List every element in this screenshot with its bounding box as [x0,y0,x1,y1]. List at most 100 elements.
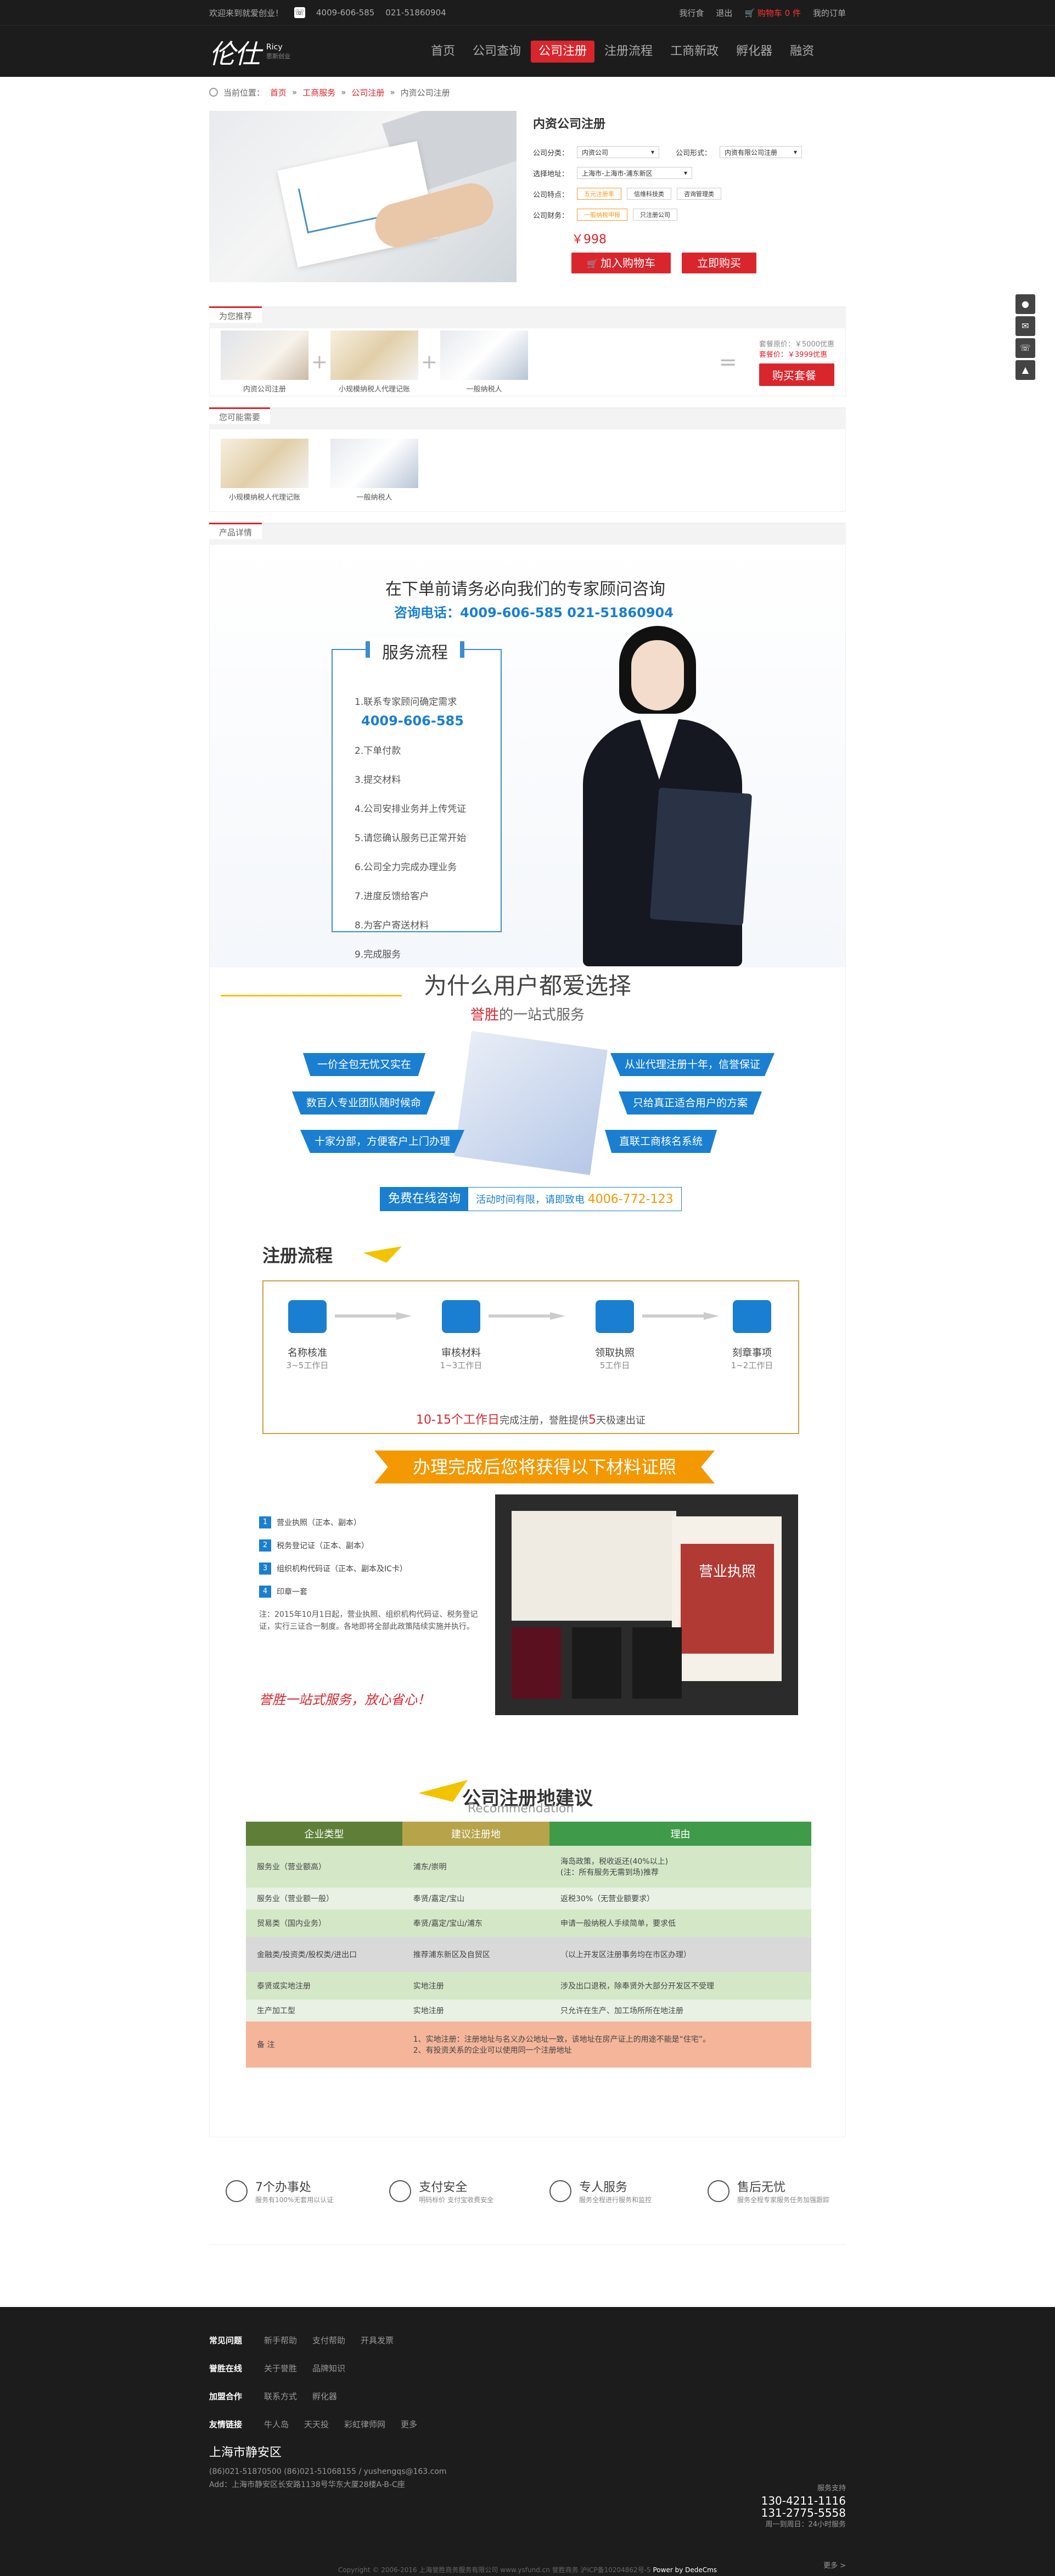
certificates-section: 办理完成后您将获得以下材料证照 1 营业执照（正本、副本） 2 税务登记证（正本、副… [210,1451,845,1774]
flow-step: 审核材料 1~3工作日 [417,1300,505,1371]
company-form-select[interactable]: 内资有限公司注册 ▾ [720,146,802,158]
chevron-down-icon: ▾ [650,148,654,156]
footer-link[interactable]: 联系方式 [264,2390,297,2402]
document-package-image [454,1031,608,1175]
plus-icon: + [311,351,328,373]
footer-link[interactable]: 开具发票 [361,2334,394,2346]
feature-label: 公司特点： [533,191,569,199]
orders-link[interactable]: 我的订单 [813,7,846,19]
logo[interactable]: 伦仕 Ricy 思斯创业 [209,32,407,71]
feature-tag[interactable]: 咨询管理类 [677,188,721,200]
arrow-icon [363,1246,402,1263]
recommendation-en: Recommendation [468,1802,574,1816]
type-label: 公司分类： [533,149,569,158]
main-content: 当前位置： 首页» 工商服务» 公司注册» 内资公司注册 内资公司注册 公司分类… [209,77,846,2245]
thumbs-up-icon [707,2180,729,2202]
header: 伦仕 Ricy 思斯创业 首页 公司查询 公司注册 注册流程 工商新政 孵化器 … [0,25,1055,77]
qq-icon[interactable]: ● [1015,294,1035,314]
product-info: 内资公司注册 公司分类： 内资公司 ▾ 公司形式： 内资有限公司注册 ▾ 选择地址：… [533,111,846,282]
phone-icon[interactable]: ☏ [1015,338,1035,358]
service-process-box: 服务流程 1.联系专家顾问确定需求 4009-606-585 2.下单付款 3.… [332,639,502,960]
breadcrumb-register[interactable]: 公司注册 [351,87,384,98]
nav-company-register[interactable]: 公司注册 [531,41,595,63]
bundle-item[interactable]: 内资公司注册 [221,331,308,394]
cart-link[interactable]: 🛒 购物车 0 件 [744,7,801,19]
consult-section: 在下单前请务必向我们的专家顾问咨询 咨询电话：4009-606-585 021-… [210,545,845,967]
person-icon [549,2180,572,2202]
topbar-link-profile[interactable]: 我行食 [679,7,704,19]
maybe-item[interactable]: 一般纳税人 [330,439,418,502]
tab-recommend[interactable]: 为您推荐 [209,306,262,323]
address-select[interactable]: 上海市-上海市-浦东新区 ▾ [577,167,692,179]
license-image: 营业执照 [681,1544,774,1654]
table-header: 建议注册地 [402,1822,550,1846]
phone-2: 021-51860904 [385,8,446,18]
finance-tag[interactable]: 一般纳税申报 [577,209,627,221]
company-type-select[interactable]: 内资公司 ▾ [577,146,659,158]
nav-new-policy[interactable]: 工商新政 [663,41,726,63]
advantage-pill: 一价全包无忧又实在 [303,1053,426,1076]
maybe-list: 小规模纳税人代理记账 一般纳税人 [209,429,846,512]
footer-link[interactable]: 彩虹律师网 [344,2418,385,2430]
process-step: 8.为客户寄送材料 [355,920,429,931]
process-step: 5.请您确认服务已正常开始 [355,833,467,844]
free-consult-button[interactable]: 免费在线咨询 [380,1188,469,1211]
table-row: 泰贤或实地注册 实地注册 涉及出口退税，除奉贤外大部分开发区不受理 [246,1972,811,2000]
recommend-header: 为您推荐 [209,306,846,328]
recommend-bundle: 内资公司注册 + 小规模纳税人代理记账 + 一般纳税人 = 套餐原价：￥5000… [209,328,846,396]
feature-tag[interactable]: 五元注册率 [577,188,621,200]
certificate-note: 注：2015年10月1日起，营业执照、组织机构代码证、税务登记证，实行三证合一制… [259,1610,478,1631]
breadcrumb-service[interactable]: 工商服务 [302,87,335,98]
advantage-pill: 从业代理注册十年，信誉保证 [610,1053,775,1076]
why-subtitle: 誉胜的一站式服务 [470,1007,585,1023]
bundle-item[interactable]: 一般纳税人 [440,331,528,394]
phone-1: 4009-606-585 [316,8,375,18]
footer-link[interactable]: 支付帮助 [312,2334,345,2346]
advantage-pill: 只给真正适合用户的方案 [619,1091,762,1115]
wechat-icon[interactable]: ✉ [1015,316,1035,336]
logout-link[interactable]: 退出 [716,7,732,19]
footer-link[interactable]: 新手帮助 [264,2334,297,2346]
feature-tag[interactable]: 信维科技类 [627,188,671,200]
price: ￥998 [571,233,607,247]
nav-financing[interactable]: 融资 [782,41,822,63]
nav-incubator[interactable]: 孵化器 [728,41,780,63]
table-row: 生产加工型 实地注册 只允许在生产、加工场所所在地注册 [246,2000,811,2021]
buy-package-button[interactable]: 购买套餐 [759,363,834,386]
footer-link[interactable]: 牛人岛 [264,2418,289,2430]
back-to-top-icon[interactable]: ▲ [1015,360,1035,380]
why-choose-section: 为什么用户都爱选择 誉胜的一站式服务 一价全包无忧又实在 数百人专业团队随时候命… [210,967,845,1211]
equals-icon: = [719,349,737,375]
consult-tel: 咨询电话：4009-606-585 021-51860904 [394,605,674,620]
bundle-item[interactable]: 小规模纳税人代理记账 [330,331,418,394]
footer-link[interactable]: 更多 [401,2418,417,2430]
footer-link[interactable]: 关于誉胜 [264,2362,297,2374]
nav-register-flow[interactable]: 注册流程 [597,41,660,63]
why-title: 为什么用户都爱选择 [423,972,631,999]
addr-label: 选择地址： [533,170,569,178]
shield-check-icon [389,2180,412,2202]
free-consult-bar[interactable]: 免费在线咨询 活动时间有限，请即致电 4006-772-123 [380,1187,682,1211]
nav-company-search[interactable]: 公司查询 [465,41,529,63]
service-promises: 7个办事处 服务有100%无套用以认证 支付安全 明码标价 支付宝收费安全 专人服务… [209,2137,846,2245]
tab-detail[interactable]: 产品详情 [209,523,262,539]
register-flow-section: 注册流程 名称核准 3~5工作日 审核材料 1~3工作日 领取执照 5工作日 刻章事项… [210,1242,845,1451]
logo-mark: 伦仕 [209,39,261,70]
footer-row: 友情链接 牛人岛 天天投 彩虹律师网 更多 [209,2418,418,2430]
process-step: 4.公司安排业务并上传凭证 [355,804,467,815]
footer-link[interactable]: 品牌知识 [312,2362,345,2374]
footer-link[interactable]: 孵化器 [312,2390,337,2402]
maybe-item[interactable]: 小规模纳税人代理记账 [221,439,308,502]
add-to-cart-button[interactable]: 加入购物车 [571,253,671,273]
search-person-icon [288,1300,327,1333]
arrow-icon [418,1780,468,1802]
footer-link[interactable]: 天天投 [304,2418,329,2430]
breadcrumb-home[interactable]: 首页 [270,87,287,98]
nav-home[interactable]: 首页 [423,41,463,63]
buy-now-button[interactable]: 立即购买 [682,253,757,273]
flow-step: 名称核准 3~5工作日 [263,1300,351,1371]
finance-tag[interactable]: 只注册公司 [633,209,677,221]
tab-maybe[interactable]: 您可能需要 [209,407,271,424]
license-dollar-icon [596,1300,634,1333]
top-bar: 欢迎来到就爱创业！ ☏ 4009-606-585 021-51860904 我行… [0,0,1055,25]
